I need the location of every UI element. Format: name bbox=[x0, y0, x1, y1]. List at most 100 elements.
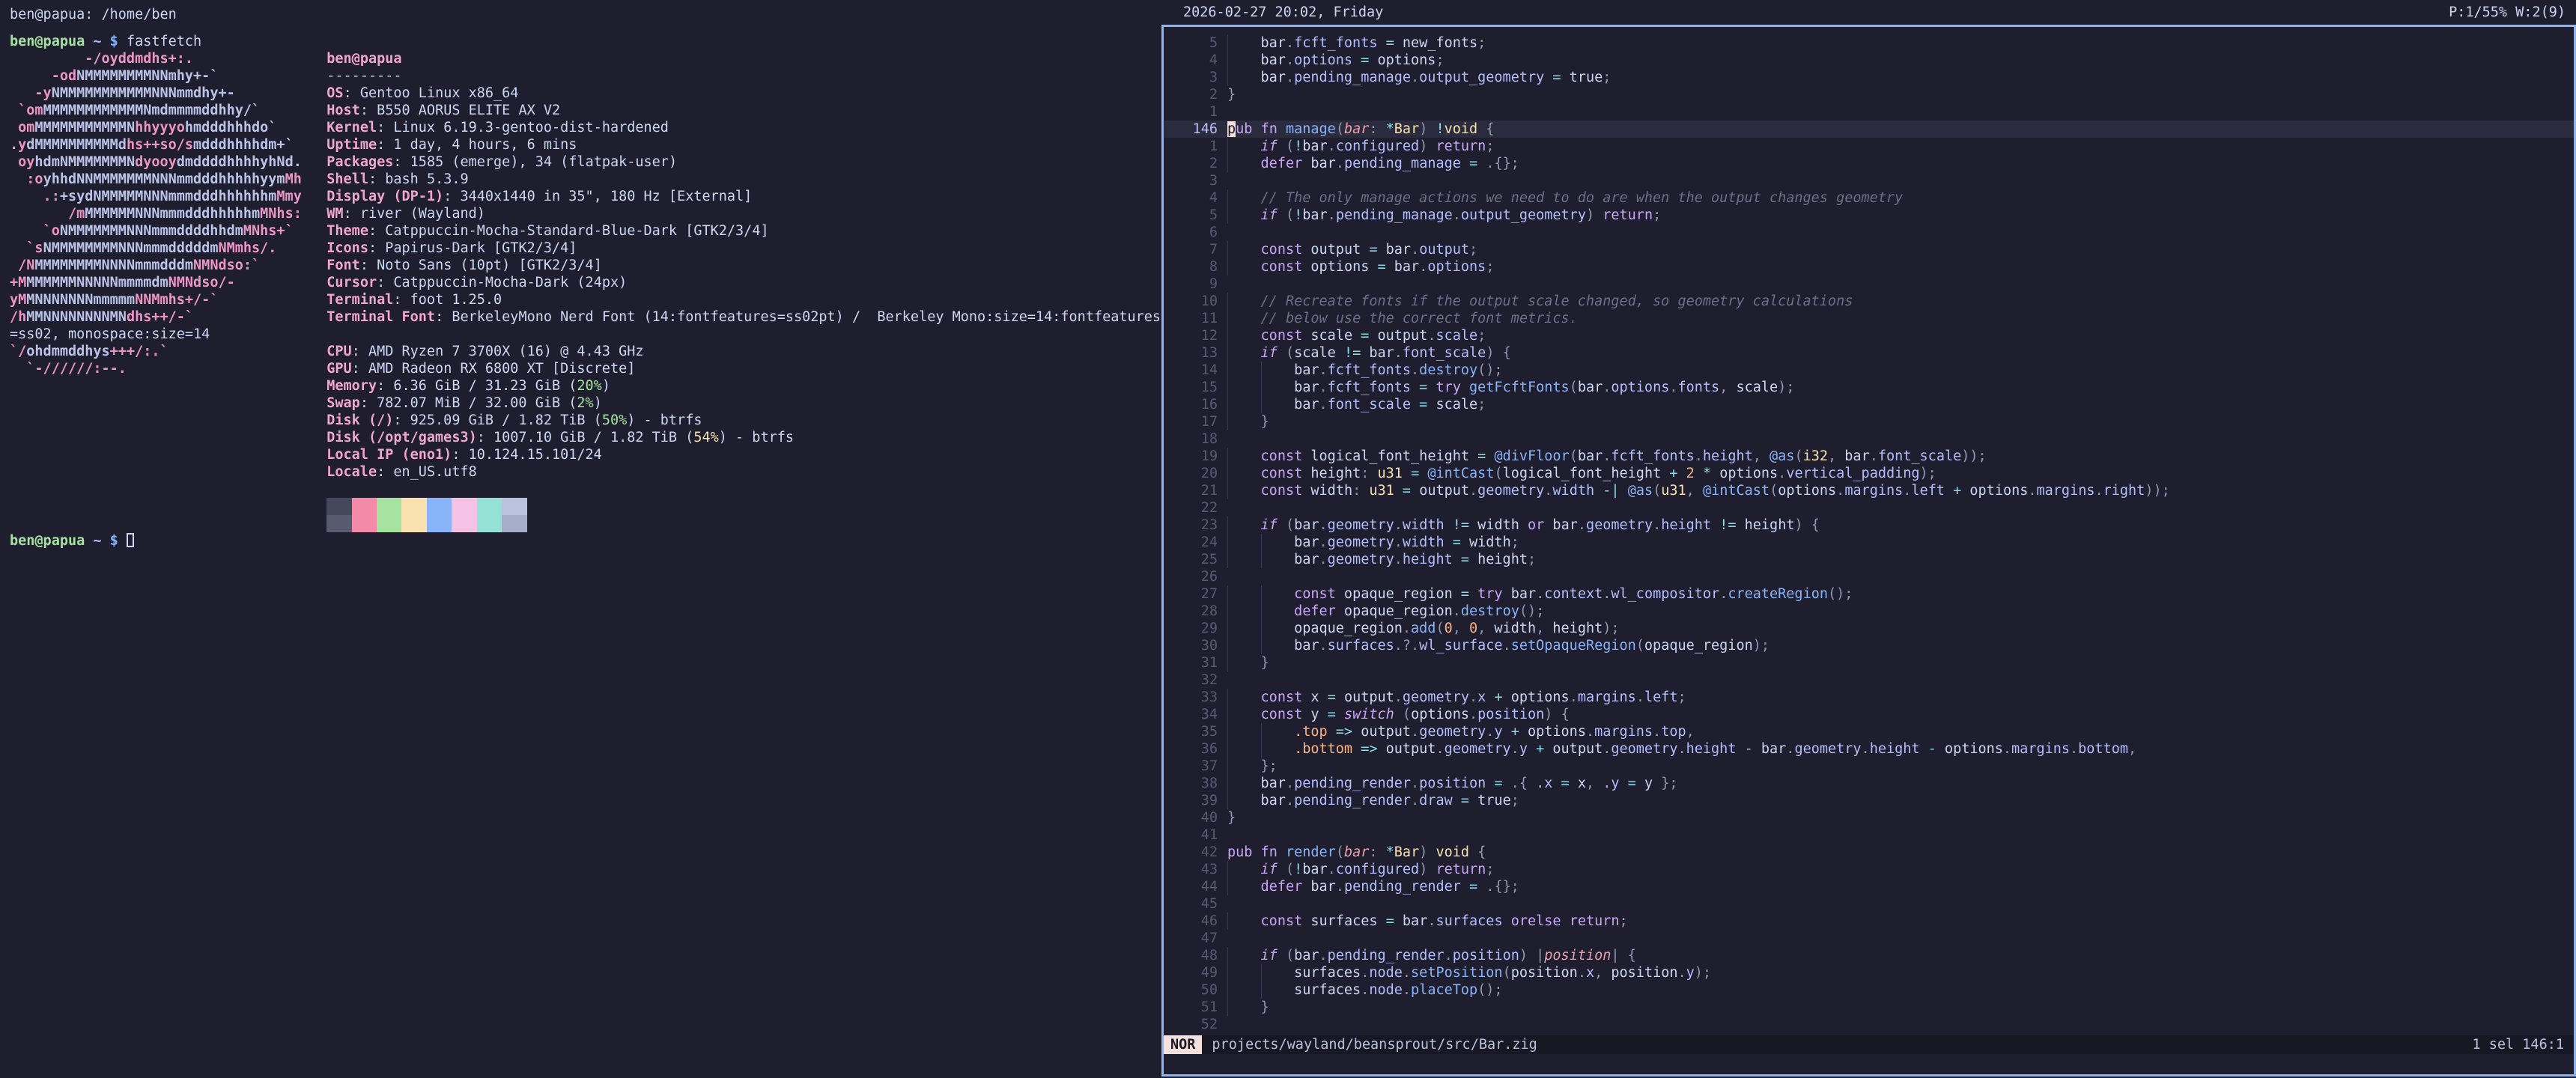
fastfetch-row: =ss02, monospace:size=14 bbox=[10, 326, 1161, 343]
code-line[interactable]: 26 bbox=[1164, 568, 2574, 585]
code-line[interactable]: 39 bar.pending_render.draw = true; bbox=[1164, 792, 2574, 809]
code-line[interactable]: 29 opaque_region.add(0, 0, width, height… bbox=[1164, 620, 2574, 637]
code-line[interactable]: 12 const scale = output.scale; bbox=[1164, 327, 2574, 344]
fastfetch-row: .ydMMMMMMMMMMdhs++so/smdddhhhhdm+` Uptim… bbox=[10, 136, 1161, 153]
line-number: 34 bbox=[1164, 706, 1218, 723]
code-line[interactable]: 1 if (!bar.configured) return; bbox=[1164, 138, 2574, 155]
fastfetch-row: `omMMMMMMMMMMMMNmdmmmmddhhy/` Host: B550… bbox=[10, 102, 1161, 119]
line-number: 2 bbox=[1164, 86, 1218, 103]
code-line[interactable]: 45 bbox=[1164, 895, 2574, 913]
code-line[interactable]: 34 const y = switch (options.position) { bbox=[1164, 706, 2574, 723]
code-line[interactable]: 52 bbox=[1164, 1016, 2574, 1033]
code-line[interactable]: 3 bar.pending_manage.output_geometry = t… bbox=[1164, 69, 2574, 86]
code-line[interactable]: 8 const options = bar.options; bbox=[1164, 258, 2574, 275]
code-line[interactable]: 4 // The only manage actions we need to … bbox=[1164, 189, 2574, 207]
terminal-window[interactable]: ben@papua: /home/ben ben@papua ~ $ fastf… bbox=[0, 0, 1161, 1078]
code-line[interactable]: 14 bar.fcft_fonts.destroy(); bbox=[1164, 362, 2574, 379]
code-line[interactable]: 7 const output = bar.output; bbox=[1164, 241, 2574, 258]
indent-guide bbox=[1227, 482, 1236, 499]
code-line[interactable]: 51 } bbox=[1164, 999, 2574, 1016]
code-line[interactable]: 43 if (!bar.configured) return; bbox=[1164, 861, 2574, 878]
code-line[interactable]: 21 const width: u31 = output.geometry.wi… bbox=[1164, 482, 2574, 499]
terminal-window-title: ben@papua: /home/ben bbox=[10, 6, 177, 23]
code-line[interactable]: 32 bbox=[1164, 672, 2574, 689]
code-line[interactable]: 5 bar.fcft_fonts = new_fonts; bbox=[1164, 34, 2574, 52]
indent-guide bbox=[1227, 258, 1236, 275]
indent-guide bbox=[1227, 792, 1236, 809]
line-number: 39 bbox=[1164, 792, 1218, 809]
indent-guide bbox=[1261, 379, 1269, 396]
code-line[interactable]: 18 bbox=[1164, 430, 2574, 448]
fastfetch-row: oyhdmNMMMMMMMNdyooydmddddhhhhyhNd. Packa… bbox=[10, 153, 1161, 171]
code-line[interactable]: 49 surfaces.node.setPosition(position.x,… bbox=[1164, 964, 2574, 981]
line-number: 40 bbox=[1164, 809, 1218, 826]
code-line[interactable]: 13 if (scale != bar.font_scale) { bbox=[1164, 344, 2574, 362]
code-line[interactable]: 20 const height: u31 = @intCast(logical_… bbox=[1164, 465, 2574, 482]
fastfetch-row: Locale: en_US.utf8 bbox=[10, 463, 1161, 481]
code-line[interactable]: 2 defer bar.pending_manage = .{}; bbox=[1164, 155, 2574, 172]
code-line[interactable]: 9 bbox=[1164, 275, 2574, 293]
code-line[interactable]: 6 bbox=[1164, 224, 2574, 241]
palette-swatch bbox=[452, 498, 476, 515]
code-line[interactable]: 4 bar.options = options; bbox=[1164, 52, 2574, 69]
code-line[interactable]: 17 } bbox=[1164, 413, 2574, 430]
shell-prompt[interactable]: ben@papua ~ $ bbox=[10, 532, 1161, 549]
code-line[interactable]: 42pub fn render(bar: *Bar) void { bbox=[1164, 844, 2574, 861]
code-line[interactable]: 31 } bbox=[1164, 654, 2574, 672]
line-number: 35 bbox=[1164, 723, 1218, 740]
code-line[interactable]: 35 .top => output.geometry.y + options.m… bbox=[1164, 723, 2574, 740]
indent-guide bbox=[1261, 723, 1269, 740]
editor-window[interactable]: 5 bar.fcft_fonts = new_fonts;4 bar.optio… bbox=[1161, 25, 2576, 1077]
code-line[interactable]: 2} bbox=[1164, 86, 2574, 103]
indent-guide bbox=[1227, 189, 1236, 207]
line-number: 15 bbox=[1164, 379, 1218, 396]
code-line[interactable]: 41 bbox=[1164, 826, 2574, 844]
code-line[interactable]: 23 if (bar.geometry.width != width or ba… bbox=[1164, 517, 2574, 534]
code-line[interactable]: 1 bbox=[1164, 103, 2574, 121]
indent-guide bbox=[1227, 138, 1236, 155]
code-line[interactable]: 44 defer bar.pending_render = .{}; bbox=[1164, 878, 2574, 895]
code-line[interactable]: 47 bbox=[1164, 930, 2574, 947]
line-number: 26 bbox=[1164, 568, 1218, 585]
indent-guide bbox=[1261, 551, 1269, 568]
code-line[interactable]: 24 bar.geometry.width = width; bbox=[1164, 534, 2574, 551]
code-line[interactable]: 50 surfaces.node.placeTop(); bbox=[1164, 981, 2574, 999]
fastfetch-row: yMMNNNNNNNmmmmmNNMmhs+/-` Terminal: foot… bbox=[10, 291, 1161, 308]
indent-guide bbox=[1227, 551, 1236, 568]
code-line[interactable]: 46 const surfaces = bar.surfaces orelse … bbox=[1164, 913, 2574, 930]
line-number: 24 bbox=[1164, 534, 1218, 551]
code-line[interactable]: 30 bar.surfaces.?.wl_surface.setOpaqueRe… bbox=[1164, 637, 2574, 654]
code-line[interactable]: 22 bbox=[1164, 499, 2574, 517]
line-number: 18 bbox=[1164, 430, 1218, 448]
fastfetch-row: omMMMMMMMMMMMNhhyyyohmdddhhhdo` Kernel: … bbox=[10, 119, 1161, 136]
code-line[interactable]: 33 const x = output.geometry.x + options… bbox=[1164, 689, 2574, 706]
line-number: 8 bbox=[1164, 258, 1218, 275]
line-number: 13 bbox=[1164, 344, 1218, 362]
code-line[interactable]: 48 if (bar.pending_render.position) |pos… bbox=[1164, 947, 2574, 964]
palette-swatch bbox=[401, 515, 426, 532]
code-line[interactable]: 36 .bottom => output.geometry.y + output… bbox=[1164, 740, 2574, 758]
line-number: 48 bbox=[1164, 947, 1218, 964]
code-line[interactable]: 16 bar.font_scale = scale; bbox=[1164, 396, 2574, 413]
line-number: 47 bbox=[1164, 930, 1218, 947]
line-number: 49 bbox=[1164, 964, 1218, 981]
code-line[interactable]: 28 defer opaque_region.destroy(); bbox=[1164, 603, 2574, 620]
code-line[interactable]: 5 if (!bar.pending_manage.output_geometr… bbox=[1164, 207, 2574, 224]
code-line[interactable]: 25 bar.geometry.height = height; bbox=[1164, 551, 2574, 568]
code-line[interactable]: 40} bbox=[1164, 809, 2574, 826]
fastfetch-row: /NMMMMMMMMNNNNmmmdddmNMNdso:` Font: Noto… bbox=[10, 257, 1161, 274]
code-line-current[interactable]: 146pub fn manage(bar: *Bar) !void { bbox=[1164, 121, 2574, 138]
line-number: 38 bbox=[1164, 775, 1218, 792]
terminal-output[interactable]: ben@papua ~ $ fastfetch -/oyddmdhs+:. be… bbox=[10, 33, 1161, 549]
code-line[interactable]: 37 }; bbox=[1164, 758, 2574, 775]
code-line[interactable]: 38 bar.pending_render.position = .{ .x =… bbox=[1164, 775, 2574, 792]
line-number: 11 bbox=[1164, 310, 1218, 327]
indent-guide bbox=[1227, 534, 1236, 551]
code-line[interactable]: 15 bar.fcft_fonts = try getFcftFonts(bar… bbox=[1164, 379, 2574, 396]
code-area[interactable]: 5 bar.fcft_fonts = new_fonts;4 bar.optio… bbox=[1164, 34, 2574, 1033]
code-line[interactable]: 3 bbox=[1164, 172, 2574, 189]
code-line[interactable]: 10 // Recreate fonts if the output scale… bbox=[1164, 293, 2574, 310]
code-line[interactable]: 11 // below use the correct font metrics… bbox=[1164, 310, 2574, 327]
code-line[interactable]: 27 const opaque_region = try bar.context… bbox=[1164, 585, 2574, 603]
code-line[interactable]: 19 const logical_font_height = @divFloor… bbox=[1164, 448, 2574, 465]
